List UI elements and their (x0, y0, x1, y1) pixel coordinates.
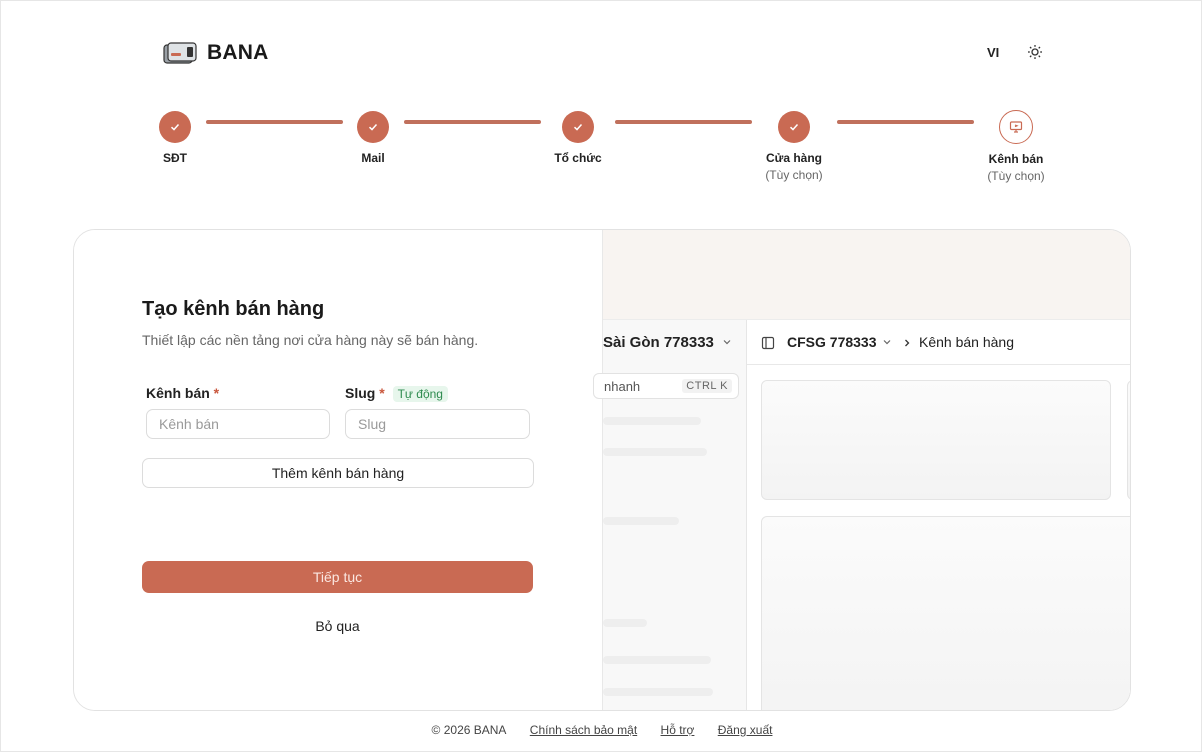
continue-button[interactable]: Tiếp tục (142, 561, 533, 593)
step-label: Kênh bán (988, 152, 1044, 166)
skeleton-line (603, 517, 679, 525)
check-icon (562, 111, 594, 143)
footer: © 2026 BANA Chính sách bảo mật Hỗ trợ Đă… (1, 723, 1202, 737)
chevron-down-icon (883, 340, 891, 345)
logout-link[interactable]: Đăng xuất (718, 723, 773, 737)
step-store: Cửa hàng (Tùy chọn) (734, 111, 854, 182)
preview-app: Sài Gòn 778333 nhanh CTRL K CFSG 778333 … (593, 320, 1130, 710)
dashboard-preview: Sài Gòn 778333 nhanh CTRL K CFSG 778333 … (593, 230, 1130, 710)
preview-search: nhanh CTRL K (593, 373, 739, 399)
step-mail: Mail (313, 111, 433, 165)
chevron-down-icon (723, 340, 731, 345)
form-panel: Tạo kênh bán hàng Thiết lập các nền tảng… (74, 230, 602, 710)
check-icon (778, 111, 810, 143)
preview-header: CFSG 778333 Kênh bán hàng (747, 320, 1130, 365)
shortcut-hint: CTRL K (682, 379, 732, 393)
breadcrumb-page: Kênh bán hàng (919, 334, 1014, 350)
copyright: © 2026 BANA (431, 723, 507, 737)
check-icon (159, 111, 191, 143)
privacy-link[interactable]: Chính sách bảo mật (530, 723, 637, 737)
skeleton-line (603, 417, 701, 425)
brand-name: BANA (207, 41, 269, 64)
auto-badge: Tự động (392, 386, 448, 402)
breadcrumb-store: CFSG 778333 (787, 334, 892, 350)
preview-store-switcher: Sài Gòn 778333 (603, 334, 732, 351)
channel-name-input[interactable] (146, 409, 330, 439)
sidebar-toggle-icon (761, 336, 775, 350)
preview-sidebar: Sài Gòn 778333 nhanh CTRL K (593, 320, 747, 710)
step-sales-channel: Kênh bán (Tùy chọn) (956, 110, 1076, 183)
skeleton-card (761, 380, 1111, 500)
step-connector (837, 120, 974, 124)
step-label: Mail (361, 151, 385, 165)
top-header: BANA VI (161, 37, 1047, 69)
step-label: SĐT (163, 151, 187, 165)
step-label: Cửa hàng (765, 151, 823, 165)
slug-field-label: Slug * Tự động (345, 385, 448, 402)
form-subtitle: Thiết lập các nền tảng nơi cửa hàng này … (142, 332, 479, 348)
support-link[interactable]: Hỗ trợ (661, 723, 695, 737)
language-switcher[interactable]: VI (987, 45, 999, 60)
skeleton-card (1127, 380, 1130, 500)
step-sublabel: (Tùy chọn) (987, 169, 1045, 183)
form-title: Tạo kênh bán hàng (142, 298, 325, 320)
onboarding-card: Tạo kênh bán hàng Thiết lập các nền tảng… (73, 229, 1131, 711)
sun-icon[interactable] (1027, 44, 1043, 60)
skeleton-card (761, 516, 1130, 710)
step-sublabel: (Tùy chọn) (765, 168, 823, 182)
skeleton-line (603, 448, 707, 456)
required-mark: * (213, 385, 220, 401)
step-organization: Tổ chức (518, 111, 638, 165)
preview-banner (603, 230, 1130, 320)
slug-input[interactable] (345, 409, 530, 439)
skeleton-line (603, 688, 713, 696)
add-channel-button[interactable]: Thêm kênh bán hàng (142, 458, 534, 488)
chevron-right-icon (905, 339, 910, 347)
check-icon (357, 111, 389, 143)
step-label: Tổ chức (554, 151, 602, 165)
step-phone: SĐT (115, 111, 235, 165)
required-mark: * (379, 385, 385, 401)
skip-button[interactable]: Bỏ qua (142, 614, 533, 638)
skeleton-line (603, 656, 711, 664)
channel-field-label: Kênh bán * (146, 385, 220, 401)
card-logo-icon (163, 42, 197, 64)
skeleton-line (603, 619, 647, 627)
monitor-icon (999, 110, 1033, 144)
